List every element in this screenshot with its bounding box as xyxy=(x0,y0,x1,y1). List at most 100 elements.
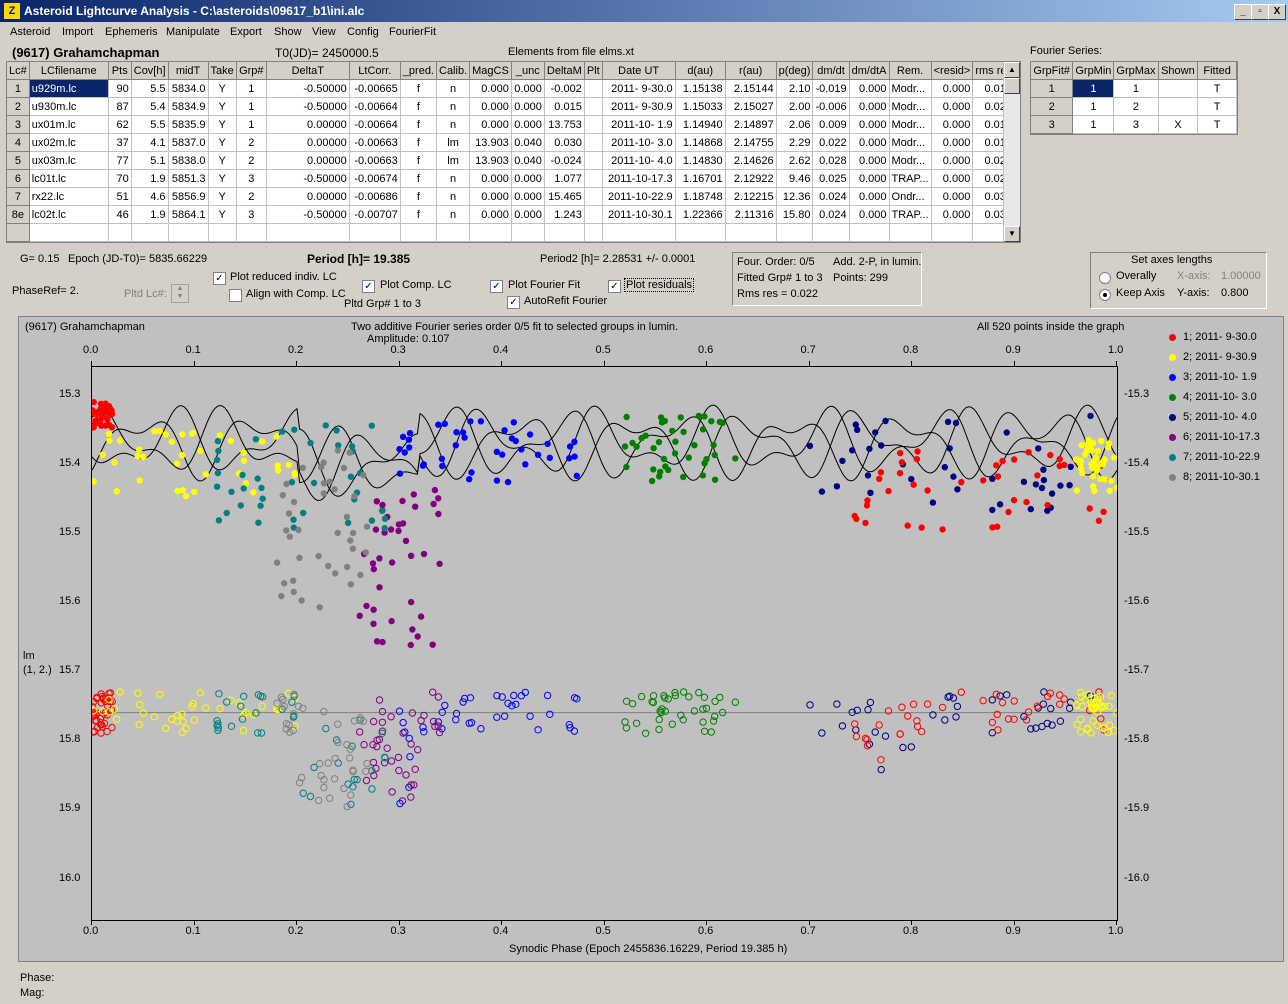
lc-table-cell[interactable]: 3 xyxy=(7,115,30,134)
lc-table-cell[interactable]: n xyxy=(436,205,471,224)
fourier-table-header[interactable]: GrpMax xyxy=(1113,62,1159,80)
lc-table-cell[interactable]: 0.000 xyxy=(931,151,974,170)
pltd-lc-spinner[interactable]: ▲ ▼ xyxy=(171,284,189,303)
lc-table-cell[interactable]: 0.000 xyxy=(849,187,890,206)
lc-table-cell[interactable]: 0.030 xyxy=(544,133,585,152)
lc-table-cell[interactable]: 1.18748 xyxy=(675,187,726,206)
lc-table-cell[interactable] xyxy=(931,223,974,242)
lc-table-cell[interactable]: 5.5 xyxy=(131,79,169,98)
lc-table-cell[interactable]: 2.62 xyxy=(776,151,814,170)
fourier-table-row[interactable]: 313XT xyxy=(1031,115,1237,134)
lc-table-cell[interactable]: 2.12215 xyxy=(725,187,777,206)
lc-table-cell[interactable]: 1.14830 xyxy=(675,151,726,170)
maximize-button[interactable]: ▫ xyxy=(1251,4,1269,20)
lc-table-cell[interactable]: lm xyxy=(436,151,471,170)
lc-table-cell[interactable]: 0.000 xyxy=(849,151,890,170)
lc-table-header[interactable]: Date UT xyxy=(602,62,676,80)
plot-residuals-checkbox[interactable]: ✓ xyxy=(608,280,621,293)
lc-table-cell[interactable]: Modr... xyxy=(889,151,932,170)
lc-table-cell[interactable]: f xyxy=(400,205,438,224)
fourier-table-header[interactable]: GrpMin xyxy=(1072,62,1115,80)
fourier-table-cell[interactable]: T xyxy=(1197,115,1237,134)
lc-table-cell[interactable]: 70 xyxy=(108,169,132,188)
lc-table-header[interactable]: d(au) xyxy=(675,62,726,80)
menu-import[interactable]: Import xyxy=(62,26,93,38)
lc-table-cell[interactable]: 0.000 xyxy=(931,97,974,116)
lc-table-cell[interactable]: 0.000 xyxy=(511,97,545,116)
align-checkbox[interactable] xyxy=(229,289,242,302)
lc-table-row[interactable]: 4 ux02m.lc 37 4.1 5837.0 Y 2 0.00000 -0.00663 f lm… xyxy=(7,133,1015,152)
lc-table-cell[interactable]: 2 xyxy=(7,97,30,116)
fourier-table-cell[interactable] xyxy=(1158,97,1199,116)
lc-table-cell[interactable]: 7 xyxy=(7,187,30,206)
lc-table-cell[interactable]: 2 xyxy=(236,133,267,152)
lc-table-header[interactable]: LtCorr. xyxy=(349,62,401,80)
lc-table-cell[interactable]: ux01m.lc xyxy=(29,115,109,134)
lc-table-cell[interactable]: 0.040 xyxy=(511,151,545,170)
lc-table-header[interactable]: dm/dt xyxy=(812,62,850,80)
lc-table-row[interactable]: 7 rx22.lc 51 4.6 5856.9 Y 2 0.00000 -0.00686 f n 0.… xyxy=(7,187,1015,206)
lc-table-cell[interactable] xyxy=(849,223,890,242)
lc-table-cell[interactable]: 9.46 xyxy=(776,169,814,188)
lc-table-cell[interactable]: 0.015 xyxy=(544,97,585,116)
lc-table-cell[interactable]: u930m.lc xyxy=(29,97,109,116)
overally-radio[interactable] xyxy=(1099,272,1111,284)
lc-table-cell[interactable]: 0.000 xyxy=(469,187,512,206)
lc-table-cell[interactable]: 5834.9 xyxy=(168,97,209,116)
lc-table-cell[interactable] xyxy=(29,223,109,242)
lc-table-cell[interactable]: -0.50000 xyxy=(266,79,350,98)
yaxis-value[interactable]: 0.800 xyxy=(1221,287,1249,299)
lc-table-cell[interactable]: 5.4 xyxy=(131,97,169,116)
lc-table-cell[interactable] xyxy=(675,223,726,242)
fourier-table-cell[interactable]: 1 xyxy=(1113,79,1159,98)
lc-table-cell[interactable]: 1.9 xyxy=(131,205,169,224)
scroll-up-button[interactable]: ▲ xyxy=(1004,62,1020,78)
lc-table-cell[interactable]: 2011-10-30.1 xyxy=(602,205,676,224)
lc-table-cell[interactable]: u929m.lc xyxy=(29,79,109,98)
lc-table-cell[interactable]: 2011- 9-30.9 xyxy=(602,97,676,116)
lc-table-cell[interactable]: -0.019 xyxy=(812,79,850,98)
fourier-table-cell[interactable]: 1 xyxy=(1072,79,1115,98)
lc-table-cell[interactable]: 0.00000 xyxy=(266,115,350,134)
lc-table-cell[interactable]: 2 xyxy=(236,151,267,170)
lc-table-cell[interactable] xyxy=(584,79,603,98)
lc-table-cell[interactable]: 5 xyxy=(7,151,30,170)
fourier-table-row[interactable]: 111T xyxy=(1031,79,1237,98)
lc-table-header[interactable]: p(deg) xyxy=(776,62,814,80)
lc-table-cell[interactable]: 1 xyxy=(7,79,30,98)
table-scrollbar[interactable]: ▲ ▼ xyxy=(1003,62,1020,242)
fourier-table-cell[interactable] xyxy=(1158,79,1199,98)
lc-table-cell[interactable]: 46 xyxy=(108,205,132,224)
fourier-table-cell[interactable]: 1 xyxy=(1072,115,1115,134)
lc-table-cell[interactable]: 5851.3 xyxy=(168,169,209,188)
lc-table-cell[interactable]: 4.1 xyxy=(131,133,169,152)
lc-table-cell[interactable]: 13.753 xyxy=(544,115,585,134)
lc-table-cell[interactable]: -0.00664 xyxy=(349,115,401,134)
lc-table-cell[interactable]: -0.50000 xyxy=(266,205,350,224)
lc-table-cell[interactable]: -0.00674 xyxy=(349,169,401,188)
lc-table-header[interactable]: _pred. xyxy=(400,62,438,80)
lc-table-cell[interactable]: f xyxy=(400,97,438,116)
lc-table-cell[interactable]: f xyxy=(400,187,438,206)
lc-table-cell[interactable]: 12.36 xyxy=(776,187,814,206)
lc-table-cell[interactable] xyxy=(584,97,603,116)
lc-table-cell[interactable]: 1.077 xyxy=(544,169,585,188)
lc-table-cell[interactable]: Y xyxy=(208,97,237,116)
lc-table-cell[interactable] xyxy=(349,223,401,242)
menu-ephemeris[interactable]: Ephemeris xyxy=(105,26,158,38)
lc-table-cell[interactable]: 1.243 xyxy=(544,205,585,224)
lc-table-cell[interactable]: 0.025 xyxy=(812,169,850,188)
lc-table-cell[interactable]: 0.000 xyxy=(511,187,545,206)
lc-table-cell[interactable] xyxy=(602,223,676,242)
lc-table-row[interactable]: 5 ux03m.lc 77 5.1 5838.0 Y 2 0.00000 -0.00663 f lm… xyxy=(7,151,1015,170)
lc-table-cell[interactable]: 2.10 xyxy=(776,79,814,98)
lc-table-cell[interactable]: f xyxy=(400,133,438,152)
lc-table-cell[interactable] xyxy=(436,223,471,242)
lc-table-cell[interactable]: 1.15138 xyxy=(675,79,726,98)
lc-table-cell[interactable]: 0.022 xyxy=(812,133,850,152)
lc-table-cell[interactable] xyxy=(725,223,777,242)
lc-table-cell[interactable]: 13.903 xyxy=(469,151,512,170)
lc-table-cell[interactable]: 0.000 xyxy=(511,79,545,98)
scroll-down-button[interactable]: ▼ xyxy=(1004,226,1020,242)
lc-table-cell[interactable]: 0.009 xyxy=(812,115,850,134)
